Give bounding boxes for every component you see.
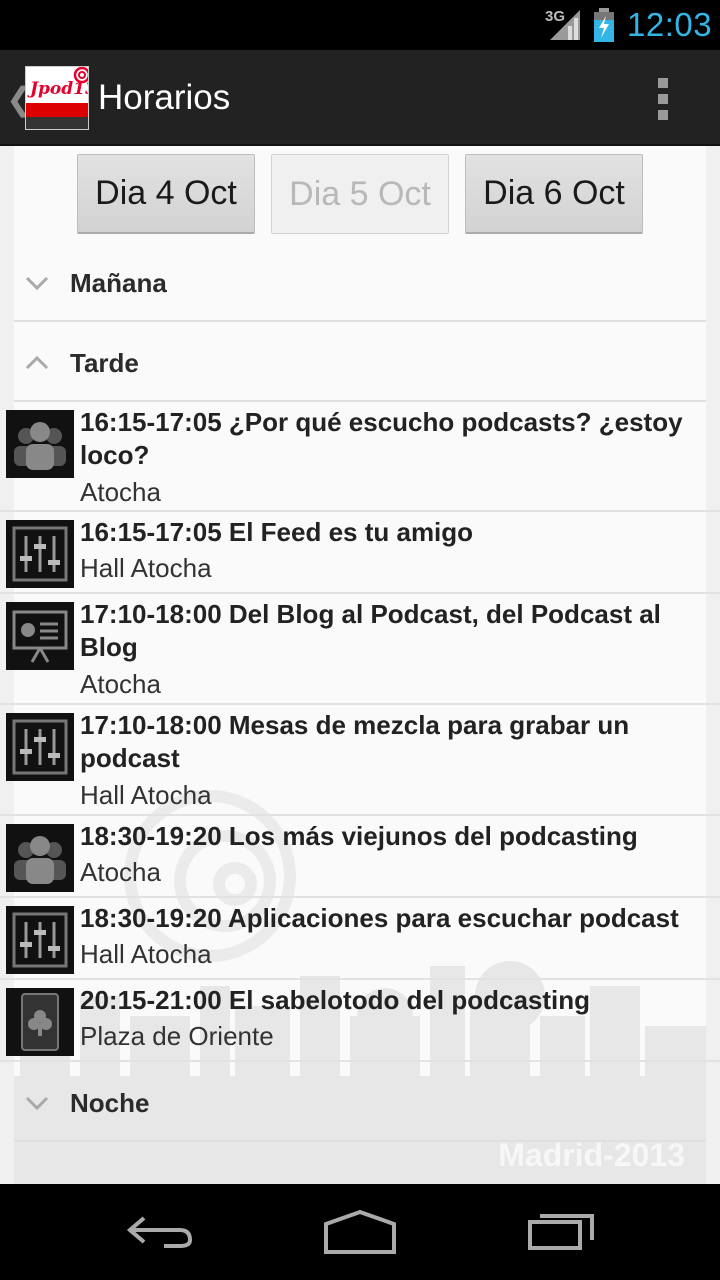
session-room: Atocha (80, 857, 161, 887)
session-item[interactable]: 20:15-21:00 El sabelotodo del podcasting… (0, 980, 720, 1062)
overflow-menu-icon[interactable] (650, 74, 678, 122)
people-icon (6, 824, 74, 892)
session-item[interactable]: 17:10-18:00 Del Blog al Podcast, del Pod… (0, 594, 720, 705)
page-title: Horarios (98, 78, 231, 117)
group-label: Tarde (70, 348, 139, 378)
mixer-icon (6, 520, 74, 588)
session-item[interactable]: 16:15-17:05 ¿Por qué escucho podcasts? ¿… (0, 402, 720, 512)
presentation-icon (6, 602, 74, 670)
chevron-up-icon (25, 355, 49, 370)
session-title: 16:15-17:05 El Feed es tu amigo (80, 517, 474, 547)
home-icon[interactable] (322, 1208, 398, 1256)
session-title: 18:30-19:20 Los más viejunos del podcast… (80, 821, 638, 851)
group-manana[interactable]: Mañana (14, 244, 706, 322)
session-title: 16:15-17:05 ¿Por qué escucho podcasts? ¿… (80, 407, 683, 470)
signal-icon (550, 10, 580, 40)
session-title: 20:15-21:00 El sabelotodo del podcasting (80, 985, 591, 1015)
session-title: 17:10-18:00 Mesas de mezcla para grabar … (80, 710, 630, 773)
group-noche[interactable]: Noche (14, 1064, 706, 1142)
mixer-icon (6, 713, 74, 781)
session-room: Hall Atocha (80, 780, 212, 810)
session-room: Atocha (80, 477, 161, 507)
group-tarde[interactable]: Tarde (14, 324, 706, 402)
chevron-down-icon (25, 1096, 49, 1111)
tab-dia-4-oct[interactable]: Dia 4 Oct (77, 154, 255, 234)
session-item[interactable]: 16:15-17:05 El Feed es tu amigo Hall Ato… (0, 512, 720, 594)
session-room: Hall Atocha (80, 939, 212, 969)
action-bar: ❮ Jpod13 Horarios (0, 50, 720, 146)
session-room: Atocha (80, 669, 161, 699)
session-title: 17:10-18:00 Del Blog al Podcast, del Pod… (80, 599, 661, 662)
schedule-content[interactable]: Madrid-2013 Dia 4 Oct Dia 5 Oct Dia 6 Oc… (0, 146, 720, 1184)
card-icon (6, 988, 74, 1056)
session-item[interactable]: 18:30-19:20 Aplicaciones para escuchar p… (0, 898, 720, 980)
session-room: Plaza de Oriente (80, 1021, 274, 1051)
tab-dia-6-oct[interactable]: Dia 6 Oct (465, 154, 643, 234)
status-bar: 3G 12:03 (0, 0, 720, 50)
logo-text: Jpod13 (30, 79, 88, 99)
session-item[interactable]: 18:30-19:20 Los más viejunos del podcast… (0, 816, 720, 898)
group-label: Mañana (70, 268, 167, 298)
battery-icon (594, 8, 614, 42)
session-title: 18:30-19:20 Aplicaciones para escuchar p… (80, 903, 679, 933)
people-icon (6, 410, 74, 478)
clock: 12:03 (627, 6, 713, 43)
tab-dia-5-oct[interactable]: Dia 5 Oct (271, 154, 449, 234)
app-logo-icon[interactable]: Jpod13 (25, 66, 89, 130)
watermark-text: Madrid-2013 (498, 1137, 685, 1173)
back-icon[interactable] (124, 1208, 196, 1256)
session-item[interactable]: 17:10-18:00 Mesas de mezcla para grabar … (0, 705, 720, 816)
chevron-down-icon (25, 276, 49, 291)
recents-icon[interactable] (526, 1208, 598, 1256)
group-label: Noche (70, 1088, 150, 1118)
session-room: Hall Atocha (80, 553, 212, 583)
mixer-icon (6, 906, 74, 974)
navigation-bar (0, 1184, 720, 1280)
